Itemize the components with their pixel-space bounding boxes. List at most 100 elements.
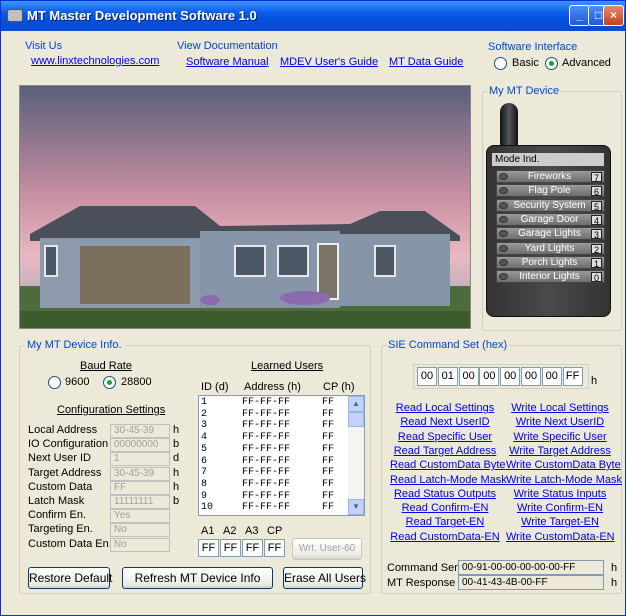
baud-9600-radio[interactable] bbox=[48, 376, 61, 389]
advanced-label: Advanced bbox=[562, 57, 611, 69]
sie-byte-input-2[interactable]: 00 bbox=[458, 367, 479, 386]
sie-byte-input-5[interactable]: 00 bbox=[521, 367, 541, 386]
sie-byte-input-0[interactable]: 00 bbox=[417, 367, 437, 386]
learned-cp-5: FF bbox=[322, 455, 335, 467]
a2-label: A2 bbox=[223, 525, 237, 537]
config-value-0: 30-45-39 bbox=[110, 424, 170, 438]
erase-all-users-button[interactable]: Erase All Users bbox=[283, 567, 366, 589]
sie-read-link-3[interactable]: Read Target Address bbox=[390, 445, 500, 457]
minimize-icon[interactable]: _ bbox=[569, 5, 590, 26]
learned-addr-5: FF-FF-FF bbox=[242, 455, 291, 467]
scroll-up-icon[interactable]: ▲ bbox=[348, 396, 364, 412]
learned-addr-8: FF-FF-FF bbox=[242, 490, 291, 502]
advanced-radio[interactable] bbox=[545, 57, 558, 70]
sie-byte-input-1[interactable]: 01 bbox=[437, 367, 458, 386]
sie-read-link-9[interactable]: Read CustomData-EN bbox=[390, 531, 500, 543]
sie-write-link-4[interactable]: Write CustomData Byte bbox=[506, 459, 621, 471]
device-button-number: 7 bbox=[591, 172, 602, 183]
learned-id-1: 2 bbox=[201, 408, 208, 420]
a1-label: A1 bbox=[201, 525, 215, 537]
device-button-label: Flag Pole bbox=[528, 185, 571, 197]
learned-addr-4: FF-FF-FF bbox=[242, 443, 291, 455]
device-button-7[interactable]: Interior Lights 0 bbox=[496, 270, 605, 284]
view-docs-label: View Documentation bbox=[177, 40, 278, 52]
learned-cp-7: FF bbox=[322, 478, 335, 490]
device-button-2[interactable]: Security System 5 bbox=[496, 198, 605, 212]
led-icon bbox=[499, 230, 508, 238]
config-value-7: No bbox=[110, 523, 170, 538]
col-cp-header: CP (h) bbox=[323, 381, 355, 393]
basic-radio[interactable] bbox=[494, 57, 507, 70]
a1-input[interactable]: FF bbox=[198, 539, 219, 557]
device-button-label: Security System bbox=[513, 199, 586, 211]
sie-read-link-8[interactable]: Read Target-EN bbox=[390, 516, 500, 528]
config-unit-1: b bbox=[173, 438, 180, 451]
write-user-button[interactable]: Wrt. User-60 bbox=[292, 538, 362, 560]
learned-id-3: 4 bbox=[201, 432, 208, 444]
sie-read-link-5[interactable]: Read Latch-Mode Mask bbox=[390, 474, 507, 486]
sie-byte-input-6[interactable]: 00 bbox=[541, 367, 562, 386]
config-value-3: 30-45-39 bbox=[110, 466, 170, 481]
mt-data-guide-link[interactable]: MT Data Guide bbox=[389, 56, 463, 68]
learned-addr-9: FF-FF-FF bbox=[242, 502, 291, 514]
baud-9600-label: 9600 bbox=[65, 376, 90, 388]
sie-read-link-0[interactable]: Read Local Settings bbox=[390, 402, 500, 414]
sie-write-link-9[interactable]: Write CustomData-EN bbox=[506, 531, 615, 543]
sie-write-link-7[interactable]: Write Confirm-EN bbox=[506, 502, 614, 514]
scroll-down-icon[interactable]: ▼ bbox=[348, 499, 364, 515]
config-label-2: Next User ID bbox=[28, 452, 91, 465]
sie-bytes-unit: h bbox=[591, 375, 598, 387]
restore-default-button[interactable]: Restore Default bbox=[28, 567, 112, 589]
sie-byte-input-7[interactable]: FF bbox=[562, 367, 583, 386]
device-button-number: 6 bbox=[591, 186, 602, 197]
config-unit-2: d bbox=[173, 452, 180, 465]
device-button-1[interactable]: Flag Pole 6 bbox=[496, 184, 605, 198]
mdev-guide-link[interactable]: MDEV User's Guide bbox=[280, 56, 378, 68]
close-icon[interactable]: × bbox=[603, 5, 624, 26]
device-button-3[interactable]: Garage Door 4 bbox=[496, 212, 605, 226]
a3-input[interactable]: FF bbox=[242, 539, 263, 557]
sie-byte-input-4[interactable]: 00 bbox=[500, 367, 521, 386]
a2-input[interactable]: FF bbox=[220, 539, 241, 557]
cp-input[interactable]: FF bbox=[264, 539, 285, 557]
software-interface-label: Software Interface bbox=[488, 41, 578, 53]
sie-write-link-3[interactable]: Write Target Address bbox=[506, 445, 614, 457]
device-button-5[interactable]: Yard Lights 2 bbox=[496, 241, 605, 255]
command-sent-value: 00-91-00-00-00-00-00-FF bbox=[458, 560, 604, 575]
sie-write-link-1[interactable]: Write Next UserID bbox=[506, 416, 614, 428]
learned-cp-8: FF bbox=[322, 490, 335, 502]
mt-response-unit: h bbox=[611, 577, 618, 589]
sie-write-link-2[interactable]: Write Specific User bbox=[506, 431, 614, 443]
baud-rate-label: Baud Rate bbox=[80, 360, 132, 372]
sie-read-link-4[interactable]: Read CustomData Byte bbox=[390, 459, 506, 471]
scroll-thumb[interactable] bbox=[348, 412, 364, 427]
refresh-device-info-button[interactable]: Refresh MT Device Info bbox=[122, 567, 273, 589]
mt-response-label: MT Response bbox=[387, 577, 456, 589]
learned-id-0: 1 bbox=[201, 397, 208, 408]
sie-write-link-8[interactable]: Write Target-EN bbox=[506, 516, 614, 528]
config-label-8: Custom Data En. bbox=[28, 537, 112, 550]
sie-read-link-7[interactable]: Read Confirm-EN bbox=[390, 502, 500, 514]
a3-label: A3 bbox=[245, 525, 259, 537]
sie-write-link-5[interactable]: Write Latch-Mode Mask bbox=[506, 474, 622, 486]
device-button-4[interactable]: Garage Lights 3 bbox=[496, 227, 605, 241]
learned-id-9: 10 bbox=[201, 502, 214, 514]
sie-read-link-6[interactable]: Read Status Outputs bbox=[390, 488, 500, 500]
house-image bbox=[19, 85, 471, 329]
sie-write-link-0[interactable]: Write Local Settings bbox=[506, 402, 614, 414]
device-button-0[interactable]: Fireworks 7 bbox=[496, 170, 605, 183]
sie-byte-input-3[interactable]: 00 bbox=[479, 367, 500, 386]
config-unit-3: h bbox=[173, 466, 180, 479]
mode-ind-label: Mode Ind. bbox=[495, 154, 540, 165]
sie-read-link-1[interactable]: Read Next UserID bbox=[390, 416, 500, 428]
sie-write-link-6[interactable]: Write Status Inputs bbox=[506, 488, 614, 500]
website-link[interactable]: www.linxtechnologies.com bbox=[31, 55, 159, 67]
led-icon bbox=[499, 258, 508, 266]
config-label-4: Custom Data bbox=[28, 480, 93, 493]
device-button-6[interactable]: Porch Lights 1 bbox=[496, 255, 605, 269]
software-manual-link[interactable]: Software Manual bbox=[186, 56, 269, 68]
sie-read-link-2[interactable]: Read Specific User bbox=[390, 431, 500, 443]
config-value-5: 11111111 bbox=[110, 495, 170, 509]
baud-28800-radio[interactable] bbox=[103, 376, 116, 389]
led-icon bbox=[499, 273, 508, 281]
